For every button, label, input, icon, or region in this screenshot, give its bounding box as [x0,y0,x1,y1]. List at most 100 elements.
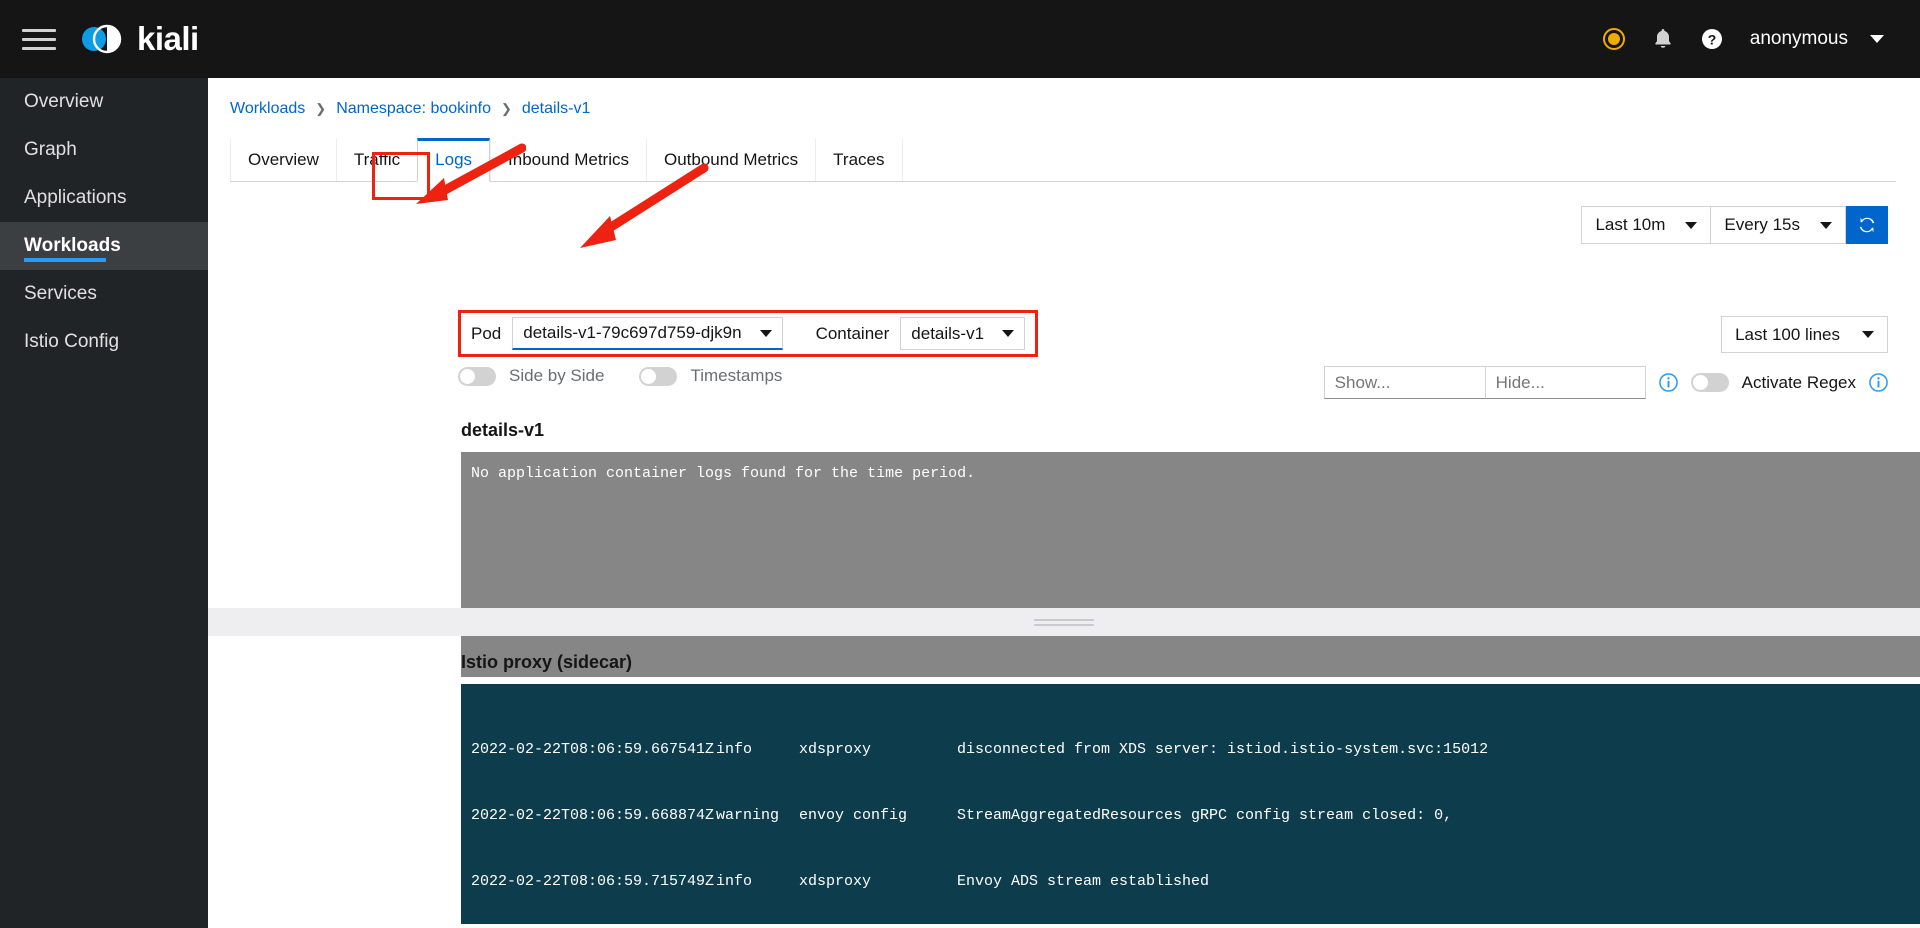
sidebar-item-graph[interactable]: Graph [0,126,208,174]
tab-bar: Overview Traffic Logs Inbound Metrics Ou… [230,138,1896,182]
tab-overview[interactable]: Overview [230,139,336,181]
chevron-down-icon [1685,221,1698,229]
application-log-empty-message: No application container logs found for … [471,465,976,482]
pod-select[interactable]: details-v1-79c697d759-djk9n [512,317,783,350]
chevron-down-icon [759,329,772,337]
sidebar-item-istio-config[interactable]: Istio Config [0,318,208,366]
tab-label: Outbound Metrics [663,150,799,169]
max-lines-value: Last 100 lines [1735,324,1840,344]
time-controls: Last 10m Every 15s [1581,206,1888,244]
log-timestamp: 2022-02-22T08:06:59.667541Z [471,741,715,758]
log-timestamp: 2022-02-22T08:06:59.715749Z [471,873,715,890]
masthead: kiali ? anonymous [0,0,1920,78]
masthead-right: ? anonymous [1602,27,1920,51]
duration-value: Last 10m [1595,215,1666,234]
proxy-log-panel: Istio proxy (sidecar) 2022-02-22T08:06:5… [461,646,1920,924]
tab-inbound-metrics[interactable]: Inbound Metrics [490,139,646,181]
tab-label: Overview [248,150,319,169]
main-content: Workloads ❯ Namespace: bookinfo ❯ detail… [208,78,1920,928]
activate-regex-label: Activate Regex [1741,372,1856,392]
sidebar-item-label: Graph [24,139,77,160]
application-log-panel: details-v1 No application container logs… [461,414,1920,677]
user-name: anonymous [1749,28,1848,49]
pod-value: details-v1-79c697d759-djk9n [523,323,742,342]
application-log-title: details-v1 [461,419,545,440]
sidebar-item-workloads[interactable]: Workloads [0,222,208,270]
chevron-down-icon [1820,221,1832,229]
chevron-down-icon [1870,35,1884,43]
log-timestamp: 2022-02-22T08:06:59.668874Z [471,807,715,824]
log-level: info [716,873,753,890]
log-source: envoy config [799,807,908,824]
tab-logs[interactable]: Logs [417,138,491,182]
side-by-side-toggle[interactable] [458,366,496,386]
brand-logo-area[interactable]: kiali [78,19,199,59]
breadcrumb: Workloads ❯ Namespace: bookinfo ❯ detail… [208,78,1920,118]
show-input[interactable] [1323,366,1485,399]
brand-name: kiali [137,20,199,57]
kiali-logo-icon [78,19,124,59]
circle-status-icon[interactable] [1602,27,1626,51]
tab-traffic[interactable]: Traffic [335,139,418,181]
refresh-interval-select[interactable]: Every 15s [1711,206,1846,244]
log-options-toggles: Side by Side Timestamps [458,366,804,386]
tab-label: Logs [435,150,473,169]
tab-label: Inbound Metrics [508,150,629,169]
duration-select[interactable]: Last 10m [1581,206,1712,244]
sidebar-item-label: Workloads [24,235,121,256]
log-filter-group: Activate Regex [1323,366,1888,399]
log-source: xdsproxy [799,873,872,890]
grip-icon [1034,616,1094,629]
side-by-side-label: Side by Side [509,366,605,385]
refresh-button[interactable] [1846,206,1888,244]
pod-container-selector-group: Pod details-v1-79c697d759-djk9n Containe… [458,310,1039,357]
timestamps-label: Timestamps [690,366,783,385]
sidebar-item-label: Istio Config [24,331,120,352]
log-level: info [716,741,753,758]
breadcrumb-item-workloads[interactable]: Workloads [230,100,305,118]
user-menu[interactable]: anonymous [1750,28,1884,50]
sidebar-item-label: Services [24,283,97,304]
sidebar-item-services[interactable]: Services [0,270,208,318]
sidebar-item-applications[interactable]: Applications [0,174,208,222]
tab-outbound-metrics[interactable]: Outbound Metrics [645,139,816,181]
regex-info-icon[interactable] [1869,373,1888,392]
log-line: 2022-02-22T08:06:59.667541Z info xdsproxy d… [471,739,1920,761]
sidebar-item-label: Overview [24,91,104,112]
svg-text:?: ? [1707,32,1716,48]
sidebar: Overview Graph Applications Workloads Se… [0,78,208,928]
log-message: disconnected from XDS server: istiod.ist… [957,741,1489,758]
timestamps-toggle[interactable] [639,366,678,386]
log-source: xdsproxy [799,741,872,758]
hamburger-icon[interactable] [22,24,56,54]
breadcrumb-item-namespace[interactable]: Namespace: bookinfo [336,100,491,118]
proxy-log-content[interactable]: 2022-02-22T08:06:59.667541Z info xdsproxy d… [461,684,1920,924]
log-level: warning [716,807,780,824]
hide-input[interactable] [1484,366,1646,399]
tab-label: Traffic [353,150,401,169]
breadcrumb-separator-icon: ❯ [500,101,512,116]
chevron-down-icon [1862,331,1874,338]
refresh-interval-value: Every 15s [1724,215,1800,234]
breadcrumb-item-workload[interactable]: details-v1 [522,100,590,118]
application-log-header: details-v1 [461,414,1920,446]
sidebar-item-overview[interactable]: Overview [0,78,208,126]
filter-info-icon[interactable] [1658,373,1678,392]
sidebar-item-label: Applications [24,187,127,208]
max-lines-select[interactable]: Last 100 lines [1721,316,1888,353]
activate-regex-toggle[interactable] [1690,373,1729,392]
panel-resize-handle[interactable] [208,608,1920,636]
container-select[interactable]: details-v1 [900,317,1026,350]
chevron-down-icon [1002,330,1015,337]
refresh-icon [1859,217,1875,233]
proxy-log-header: Istio proxy (sidecar) [461,646,1920,678]
help-icon[interactable]: ? [1700,27,1724,51]
bell-icon[interactable] [1652,27,1674,51]
log-message: Envoy ADS stream established [957,873,1210,890]
container-label: Container [815,323,890,343]
tab-traces[interactable]: Traces [815,139,903,181]
log-line: 2022-02-22T08:06:59.715749Z info xdsproxy E… [471,871,1920,893]
application-log-content[interactable]: No application container logs found for … [461,452,1920,677]
log-message: StreamAggregatedResources gRPC config st… [957,807,1453,824]
tab-label: Traces [833,150,885,169]
